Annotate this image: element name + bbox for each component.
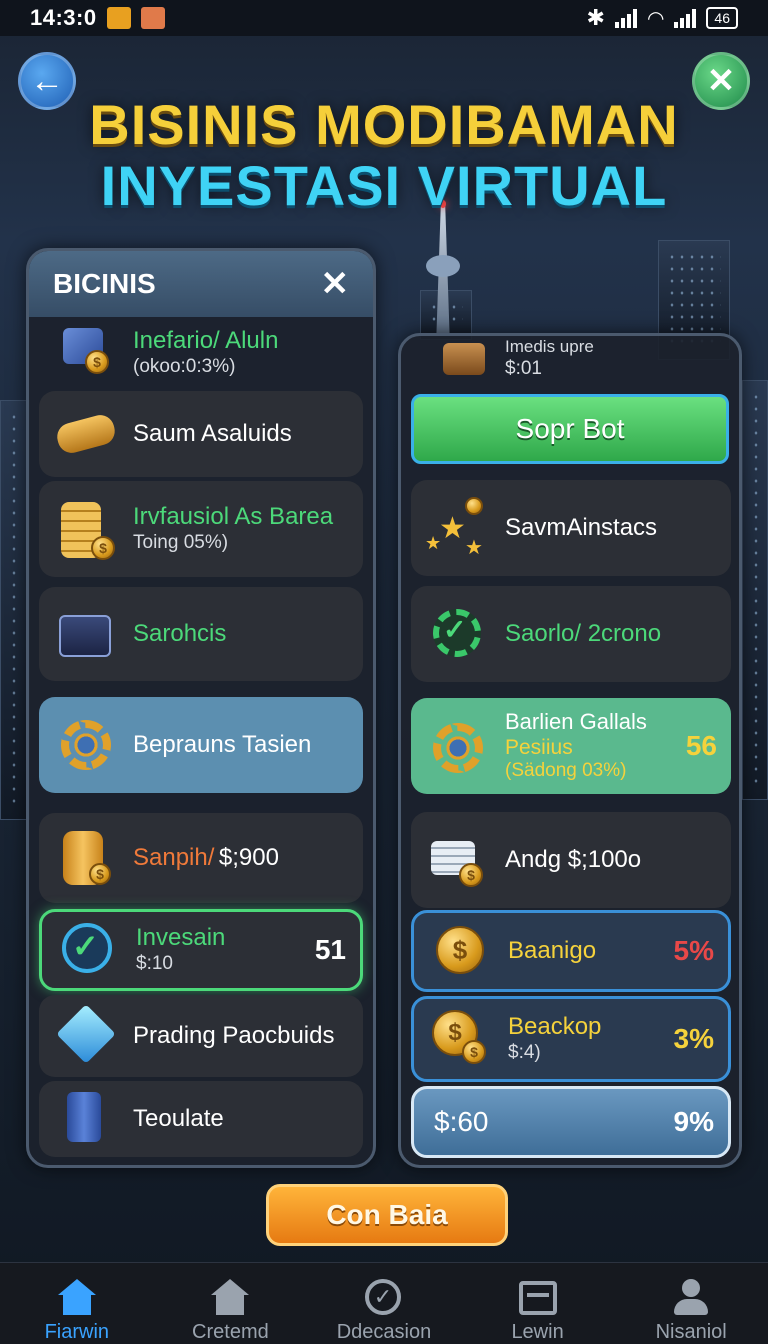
- stars-icon: ★ ★ ★: [425, 495, 491, 561]
- shop-coin-icon: $: [53, 320, 119, 386]
- list-item[interactable]: Prading Paocbuids: [39, 995, 363, 1077]
- list-item-selected[interactable]: Beprauns Tasien: [39, 697, 363, 793]
- nav-label: Fiarwin: [44, 1321, 110, 1343]
- item-label: Sarohcis: [133, 619, 227, 647]
- cash-stack-icon: $: [425, 827, 491, 893]
- item-label: Saorlo/ 2crono: [505, 619, 662, 647]
- status-bar: 14:3:0 ✱ ◠ 46: [0, 0, 768, 36]
- list-item[interactable]: $ Sanpih/ $;900: [39, 813, 363, 903]
- item-label: Teoulate: [133, 1104, 224, 1132]
- dollar-coin-icon: $: [428, 918, 494, 984]
- house-icon: [209, 1279, 251, 1315]
- list-item[interactable]: Saum Asaluids: [39, 391, 363, 477]
- check-gear-icon: ✓: [425, 601, 491, 667]
- bottom-navigation: Fiarwin Cretemd ✓ Ddecasion Lewin Nisani…: [0, 1262, 768, 1344]
- item-value: 9%: [673, 1106, 714, 1137]
- item-sub: Toing 05%): [133, 532, 229, 553]
- item-label: Invesain: [136, 924, 226, 952]
- item-sub: $:4): [508, 1042, 541, 1063]
- nav-label: Lewin: [511, 1321, 564, 1343]
- item-sub: $:01: [505, 357, 542, 379]
- nav-item-house[interactable]: Cretemd: [154, 1263, 308, 1344]
- item-sub: $:10: [136, 953, 173, 974]
- list-item-highlighted[interactable]: ✓ Invesain $:10 51: [39, 909, 363, 991]
- item-price: $;900: [218, 843, 279, 871]
- panel-title: BICINIS: [53, 268, 156, 299]
- list-item[interactable]: $ Baanigo 5%: [411, 910, 731, 992]
- app-notification-icon: [106, 7, 131, 29]
- business-panel: BICINIS ✕ $ Inefario/ Aluln (okoo:0:3%) S…: [26, 248, 376, 1168]
- list-item[interactable]: $ $ Beackop $:4) 3%: [411, 996, 731, 1082]
- item-label: Saum Asaluids: [133, 419, 292, 447]
- clock: 14:3:0: [30, 5, 97, 30]
- signal-icon-2: [674, 8, 697, 28]
- battery-icon: 46: [706, 7, 738, 29]
- item-label: Baanigo: [508, 936, 597, 964]
- background-building: [742, 380, 768, 800]
- action-button[interactable]: Sopr Bot: [411, 394, 729, 464]
- list-item[interactable]: ✓ Saorlo/ 2crono: [411, 586, 731, 682]
- briefcase-icon: [53, 601, 119, 667]
- item-label: Prading Paocbuids: [133, 1021, 335, 1049]
- barrel-icon: $: [53, 825, 119, 891]
- item-value: 56: [685, 730, 717, 761]
- nav-label: Ddecasion: [336, 1321, 432, 1343]
- machine-icon: [53, 1086, 119, 1152]
- gear-icon: [53, 712, 119, 778]
- item-label: $:60: [434, 1106, 489, 1137]
- investment-panel: Imedis upre $:01 Sopr Bot ★ ★ ★ SavmAinst…: [398, 333, 742, 1168]
- business-panel-header: BICINIS ✕: [29, 251, 373, 317]
- item-sub: (Sädong 03%): [505, 760, 627, 782]
- gold-coins-icon: $: [53, 496, 119, 562]
- item-label: Barlien Gallals: [505, 708, 647, 734]
- item-label: Beprauns Tasien: [133, 730, 312, 758]
- list-item[interactable]: Sarohcis: [39, 587, 363, 681]
- alarm-icon: ✱: [586, 5, 605, 30]
- tower-deck: [426, 255, 460, 277]
- item-label: Imedis upre: [505, 337, 594, 357]
- nav-item-decision[interactable]: ✓ Ddecasion: [307, 1263, 461, 1344]
- item-value: 51: [314, 934, 346, 965]
- list-item[interactable]: Teoulate: [39, 1081, 363, 1157]
- confirm-button[interactable]: Con Baia: [266, 1184, 508, 1246]
- list-item[interactable]: $:60 9%: [411, 1086, 731, 1158]
- nav-label: Nisaniol: [655, 1321, 727, 1343]
- calendar-icon: [517, 1279, 559, 1315]
- page-title-line2: INYESTASI VIRTUAL: [100, 154, 668, 217]
- coin-stack-icon: [53, 401, 119, 467]
- signal-icon: [614, 8, 637, 28]
- close-icon[interactable]: ✕: [321, 264, 350, 304]
- page-title-line1: BISINIS MODIBAMAN: [89, 93, 679, 156]
- nav-item-home[interactable]: Fiarwin: [0, 1263, 154, 1344]
- list-item[interactable]: ★ ★ ★ SavmAinstacs: [411, 480, 731, 576]
- gear-check-icon: [425, 713, 491, 779]
- item-label: Sanpih/: [133, 843, 215, 871]
- dollar-coins-icon: $ $: [428, 1006, 494, 1072]
- check-gear-icon: ✓: [56, 917, 122, 983]
- list-item[interactable]: $ Andg $;100o: [411, 812, 731, 908]
- wifi-icon: ◠: [646, 7, 665, 30]
- item-label: Inefario/ Aluln: [133, 327, 279, 355]
- nav-label: Cretemd: [192, 1321, 269, 1343]
- item-label: SavmAinstacs: [505, 513, 658, 541]
- list-item[interactable]: $ Inefario/ Aluln (okoo:0:3%): [39, 321, 363, 385]
- user-icon: [670, 1279, 712, 1315]
- nav-item-profile[interactable]: Nisaniol: [614, 1263, 768, 1344]
- list-item-selected[interactable]: Barlien Gallals Pesiius (Sädong 03%) 56: [411, 698, 731, 794]
- list-item[interactable]: $ Irvfausiol As Barea Toing 05%): [39, 481, 363, 577]
- crystal-icon: [53, 1003, 119, 1069]
- item-label: Beackop: [508, 1013, 602, 1041]
- item-label: Andg $;100o: [505, 845, 642, 873]
- item-value: 3%: [673, 1023, 714, 1054]
- item-sub: (okoo:0:3%): [133, 356, 236, 377]
- list-item[interactable]: Imedis upre $:01: [411, 336, 729, 382]
- item-label: Irvfausiol As Barea: [133, 503, 334, 531]
- check-circle-icon: ✓: [363, 1279, 405, 1315]
- home-icon: [56, 1279, 98, 1315]
- item-value: 5%: [673, 935, 714, 966]
- crate-icon: [425, 339, 491, 379]
- nav-item-lewin[interactable]: Lewin: [461, 1263, 615, 1344]
- edit-notification-icon: [140, 7, 165, 29]
- item-label-2: Pesiius: [505, 736, 573, 760]
